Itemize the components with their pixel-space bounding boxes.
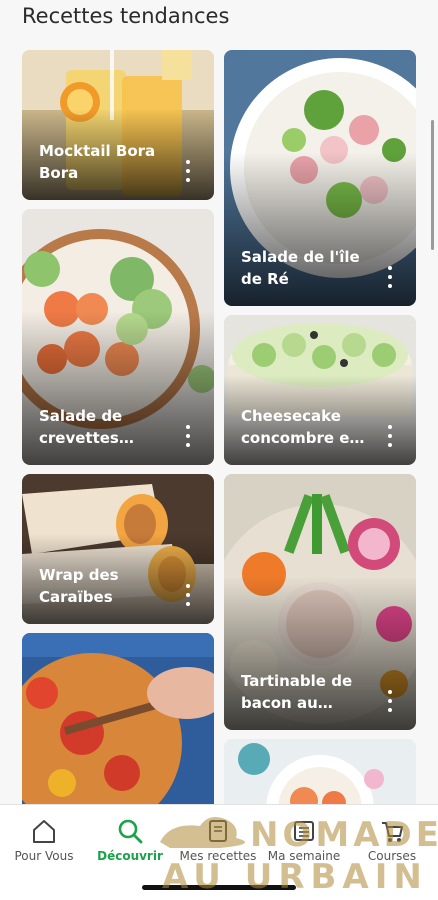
tab-label: Découvrir [97,849,163,863]
bottom-tab-bar: Pour Vous Découvrir Mes recettes Ma sema… [0,804,438,900]
more-options-icon[interactable] [388,425,392,447]
recipe-column-left: Mocktail Bora Bora Salade de crevettes… … [22,50,214,822]
recipe-photo [22,633,214,813]
recipe-title: Tartinable de bacon au… [241,672,353,712]
tab-mes-recettes[interactable]: Mes recettes [178,817,258,863]
more-options-icon[interactable] [186,425,190,447]
tab-decouvrir[interactable]: Découvrir [90,817,170,863]
scrollbar[interactable] [431,120,434,250]
cart-icon [382,822,403,842]
recipe-card[interactable] [22,633,214,813]
recipe-card[interactable]: Salade de l'île de Ré [224,50,416,306]
section-title: Recettes tendances [22,4,230,28]
recipe-column-right: Salade de l'île de Ré Cheesecake concomb… [224,50,416,838]
recipe-title: Salade de l'île de Ré [241,248,360,288]
recipe-title: Salade de crevettes… [39,407,134,447]
recipe-card[interactable]: Wrap des Caraïbes [22,474,214,624]
calendar-list-icon [294,821,314,841]
recipe-card[interactable]: Tartinable de bacon au… [224,474,416,730]
more-options-icon[interactable] [388,690,392,712]
recipe-title: Cheesecake concombre e… [241,407,365,447]
tab-ma-semaine[interactable]: Ma semaine [264,817,344,863]
book-icon [209,820,227,842]
tab-pour-vous[interactable]: Pour Vous [4,817,84,863]
search-icon [118,819,143,844]
more-options-icon[interactable] [388,266,392,288]
home-icon [33,820,55,843]
recipe-title: Wrap des Caraïbes [39,566,119,606]
discover-screen: Recettes tendances Mocktail Bora Bora Sa… [0,0,438,900]
tab-courses[interactable]: Courses [352,817,432,863]
recipe-card[interactable]: Cheesecake concombre e… [224,315,416,465]
tab-label: Ma semaine [267,849,341,863]
recipe-card[interactable]: Salade de crevettes… [22,209,214,465]
home-indicator [142,885,296,890]
recipe-card[interactable]: Mocktail Bora Bora [22,50,214,200]
tab-label: Courses [367,849,417,863]
more-options-icon[interactable] [186,160,190,182]
recipe-title: Mocktail Bora Bora [39,142,156,182]
tab-label: Mes recettes [179,849,257,863]
more-options-icon[interactable] [186,584,190,606]
tab-label: Pour Vous [14,849,74,863]
